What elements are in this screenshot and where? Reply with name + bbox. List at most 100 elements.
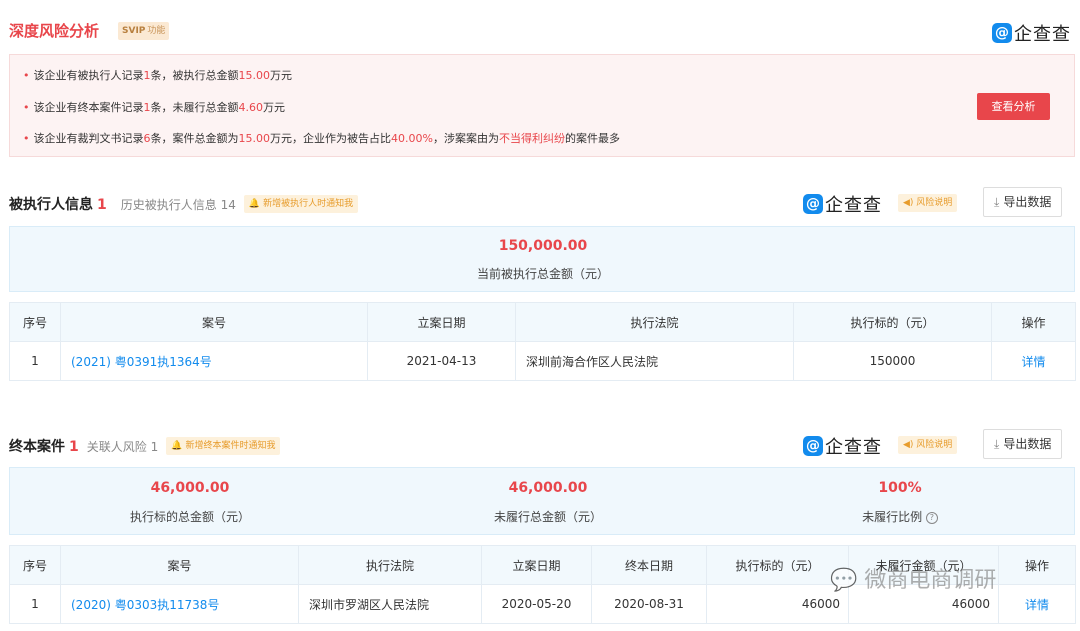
related-risk-link[interactable]: 关联人风险 1 [87,438,158,455]
risk-summary-box: • 该企业有被执行人记录1条，被执行总金额15.00万元 • 该企业有终本案件记录1… [9,54,1075,157]
export-label: 导出数据 [1003,437,1052,451]
svip-badge: SVIP 功能 [118,22,170,40]
bell-icon: 🔔 [171,441,183,451]
execution-amount: 46000 [706,584,849,624]
page-title: 深度风险分析 [9,22,100,40]
export-data-button[interactable]: ⤓ 导出数据 [983,429,1063,459]
executed-total-label: 当前被执行总金额（元） [476,267,609,281]
detail-link[interactable]: 详情 [991,341,1076,381]
col-header: 案号 [60,545,299,585]
bullet-icon: • [23,132,30,145]
help-icon[interactable]: ? [925,511,938,524]
table-header-row: 序号 案号 立案日期 执行法院 执行标的（元） 操作 [9,302,1076,342]
qichacha-logo-icon: @ [803,436,823,456]
risk-text: 该企业有被执行人记录 [33,69,144,82]
qichacha-logo: @ 企查查 [803,433,882,459]
executed-count: 1 [97,197,107,213]
case-number-link[interactable]: (2021) 粤0391执1364号 [60,341,368,381]
watermark: 💬 微商电商调研 [830,562,996,594]
risk-ratio: 40.00% [391,132,433,145]
risk-line-executed: • 该企业有被执行人记录1条，被执行总金额15.00万元 [23,67,292,83]
risk-cause: 不当得利纠纷 [498,132,565,145]
stat-ratio-label: 未履行比例 ? [810,508,990,525]
history-executed-link[interactable]: 历史被执行人信息 14 [121,196,236,213]
history-label: 历史被执行人信息 [120,197,217,212]
col-header: 执行法院 [515,302,794,342]
col-header: 立案日期 [481,545,592,585]
qichacha-logo-text: 企查查 [825,195,882,216]
speaker-icon: ◀) [903,440,917,450]
risk-amount: 15.00 [238,132,271,145]
risk-count: 1 [143,101,151,114]
terminated-count: 1 [69,439,79,455]
col-header: 序号 [9,302,61,342]
col-header: 执行标的（元） [793,302,992,342]
risk-note-button[interactable]: ◀) 风险说明 [898,194,958,212]
watermark-text: 微商电商调研 [864,568,997,593]
stat-unpaid-value: 46,000.00 [508,480,588,496]
notify-label: 新增终本案件时通知我 [185,441,276,451]
export-data-button[interactable]: ⤓ 导出数据 [983,187,1063,217]
executed-section-header: 被执行人信息 1 历史被执行人信息 14 🔔 新增被执行人时通知我 [9,194,359,214]
bell-icon: 🔔 [248,199,261,209]
detail-link[interactable]: 详情 [998,584,1076,624]
notify-terminated-button[interactable]: 🔔 新增终本案件时通知我 [166,437,281,455]
court-name: 深圳市罗湖区人民法院 [298,584,482,624]
bullet-icon: • [23,69,30,82]
filing-date: 2020-05-20 [481,584,592,624]
risk-text: 该企业有终本案件记录 [33,101,144,114]
risk-line-terminated: • 该企业有终本案件记录1条，未履行总金额4.60万元 [23,99,285,115]
speaker-icon: ◀) [903,198,917,208]
executed-table: 序号 案号 立案日期 执行法院 执行标的（元） 操作 1 (2021) 粤039… [9,302,1076,381]
col-header: 终本日期 [591,545,707,585]
risk-count: 1 [143,69,151,82]
filing-date: 2021-04-13 [367,341,516,381]
col-header: 立案日期 [367,302,516,342]
stat-unpaid-label: 未履行总金额（元） [493,510,602,524]
risk-text: ，涉案案由为 [432,132,499,145]
stat-total-label: 执行标的总金额（元） [129,510,250,524]
terminated-summary-box: 46,000.00 执行标的总金额（元） 46,000.00 未履行总金额（元）… [9,467,1075,535]
risk-note-button[interactable]: ◀) 风险说明 [898,436,958,454]
ratio-label-text: 未履行比例 [862,510,923,524]
wechat-icon: 💬 [830,568,858,593]
qichacha-logo-text: 企查查 [825,437,882,458]
risk-note-label: 风险说明 [916,198,953,208]
risk-text: 万元 [270,69,292,82]
col-header: 案号 [60,302,368,342]
risk-text: 条，被执行总金额 [150,69,239,82]
end-date: 2020-08-31 [591,584,707,624]
col-header: 操作 [998,545,1076,585]
export-label: 导出数据 [1003,195,1052,209]
table-row: 1 (2021) 粤0391执1364号 2021-04-13 深圳前海合作区人… [9,341,1076,381]
related-label: 关联人风险 [86,439,147,454]
qichacha-logo-icon: @ [992,23,1012,43]
qichacha-logo-icon: @ [803,194,823,214]
download-icon: ⤓ [994,437,1000,451]
col-header: 执行标的（元） [706,545,849,585]
download-icon: ⤓ [994,195,1000,209]
terminated-section-header: 终本案件 1 关联人风险 1 🔔 新增终本案件时通知我 [9,436,281,456]
qichacha-logo: @ 企查查 [992,20,1071,46]
bullet-icon: • [23,101,30,114]
risk-text: 万元 [263,101,285,114]
row-no: 1 [9,341,61,381]
risk-amount: 4.60 [238,101,264,114]
stat-total-value: 46,000.00 [150,480,230,496]
executed-title-text: 被执行人信息 [9,197,93,213]
case-number-link[interactable]: (2020) 粤0303执11738号 [60,584,299,624]
court-name: 深圳前海合作区人民法院 [515,341,794,381]
risk-text: 条，未履行总金额 [150,101,239,114]
execution-amount: 150000 [793,341,992,381]
risk-note-label: 风险说明 [916,440,953,450]
svip-text: 功能 [147,26,166,36]
view-analysis-button[interactable]: 查看分析 [977,93,1050,120]
qichacha-logo-text: 企查查 [1014,24,1071,45]
executed-total-value: 150,000.00 [498,238,588,254]
notify-executed-button[interactable]: 🔔 新增被执行人时通知我 [243,195,359,213]
risk-text: 条，案件总金额为 [150,132,239,145]
col-header: 序号 [9,545,61,585]
svip-label: SVIP [122,26,146,36]
row-no: 1 [9,584,61,624]
terminated-section-title: 终本案件 1 [9,436,79,456]
